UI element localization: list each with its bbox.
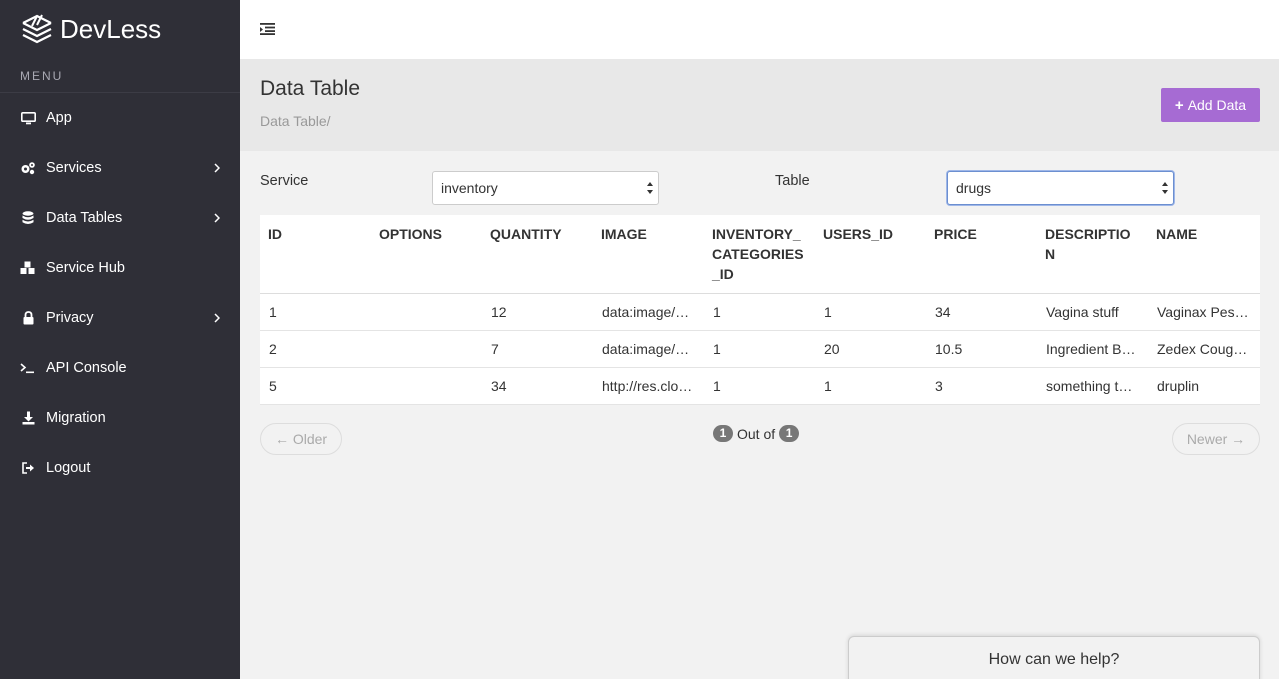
table-cell: 34 xyxy=(482,367,593,405)
sidebar-item-privacy[interactable]: Privacy xyxy=(0,293,240,343)
table-cell xyxy=(371,367,482,405)
sidebar-item-label: App xyxy=(46,110,72,126)
sidebar-item-label: Migration xyxy=(46,410,106,426)
table-cell: 20 xyxy=(815,330,926,368)
table-cell: 1 xyxy=(815,293,926,331)
pager-out-of-text: Out of xyxy=(737,425,776,442)
devless-logo-icon xyxy=(22,14,52,44)
select-arrows-icon xyxy=(1162,182,1168,194)
table-cell: 1 xyxy=(704,330,815,368)
sidebar-item-logout[interactable]: Logout xyxy=(0,443,240,493)
column-header[interactable]: IMAGE xyxy=(593,215,704,294)
cubes-icon xyxy=(20,260,36,276)
chevron-right-icon xyxy=(212,213,222,223)
table-cell: 1 xyxy=(260,293,371,331)
sidebar-toggle-icon[interactable] xyxy=(260,22,276,36)
column-header[interactable]: OPTIONS xyxy=(371,215,482,294)
table-cell xyxy=(371,293,482,331)
sidebar-item-label: Service Hub xyxy=(46,260,125,276)
menu-label: MENU xyxy=(0,58,240,93)
select-arrows-icon xyxy=(647,182,653,194)
column-header[interactable]: PRICE xyxy=(926,215,1037,294)
page-header: Data Table Data Table/ + Add Data xyxy=(240,59,1279,151)
sidebar-item-label: Privacy xyxy=(46,310,94,326)
sidebar-item-label: Services xyxy=(46,160,102,176)
table-cell: 5 xyxy=(260,367,371,405)
page-title: Data Table xyxy=(260,77,361,100)
sidebar-item-data-tables[interactable]: Data Tables xyxy=(0,193,240,243)
total-pages-badge: 1 xyxy=(779,425,800,442)
help-widget-label: How can we help? xyxy=(988,651,1120,668)
table-cell: http://res.clo… xyxy=(593,367,704,405)
table-cell: 10.5 xyxy=(926,330,1037,368)
table-cell: Ingredient Br… xyxy=(1037,330,1148,368)
sidebar-item-services[interactable]: Services xyxy=(0,143,240,193)
table-cell: data:image/p… xyxy=(593,293,704,331)
column-header[interactable]: NAME xyxy=(1148,215,1260,294)
table-select-value: drugs xyxy=(956,180,992,196)
table-cell: Vagina stuff xyxy=(1037,293,1148,331)
breadcrumb[interactable]: Data Table/ xyxy=(260,113,331,129)
brand-name: DevLess xyxy=(60,13,162,44)
table-select[interactable]: drugs xyxy=(947,171,1174,205)
data-table: ID OPTIONS QUANTITY IMAGE INVENTORY_CATE… xyxy=(260,215,1260,405)
service-label: Service xyxy=(260,173,309,189)
cogs-icon xyxy=(20,160,36,176)
database-icon xyxy=(20,210,36,226)
lock-icon xyxy=(20,310,36,326)
column-header[interactable]: QUANTITY xyxy=(482,215,593,294)
sidebar-item-label: API Console xyxy=(46,360,127,376)
column-header[interactable]: USERS_ID xyxy=(815,215,926,294)
table-cell: 34 xyxy=(926,293,1037,331)
table-cell: druplin xyxy=(1148,367,1260,405)
add-data-label: Add Data xyxy=(1187,97,1247,113)
service-select[interactable]: inventory xyxy=(432,171,659,205)
terminal-icon xyxy=(20,360,36,376)
sidebar-item-api-console[interactable]: API Console xyxy=(0,343,240,393)
table-cell: Vaginax Pes… xyxy=(1148,293,1260,331)
column-header[interactable]: ID xyxy=(260,215,371,294)
table-cell: Zedex Coug… xyxy=(1148,330,1260,368)
table-cell: 2 xyxy=(260,330,371,368)
table-cell: 1 xyxy=(815,367,926,405)
download-icon xyxy=(20,410,36,426)
service-select-value: inventory xyxy=(441,180,498,196)
current-page-badge: 1 xyxy=(713,425,733,442)
table-row[interactable]: 5 34 http://res.clo… 1 1 3 something to…… xyxy=(260,367,1260,405)
table-row[interactable]: 2 7 data:image/p… 1 20 10.5 Ingredient B… xyxy=(260,330,1260,368)
column-header[interactable]: INVENTORY_CATEGORIES_ID xyxy=(704,215,815,294)
pagination-info: 1 Out of 1 xyxy=(713,425,800,442)
brand[interactable]: DevLess xyxy=(0,0,240,58)
top-bar xyxy=(240,0,1279,59)
chevron-right-icon xyxy=(212,163,222,173)
older-button[interactable]: ← Older xyxy=(260,423,342,455)
sidebar-item-label: Data Tables xyxy=(46,210,123,226)
sign-out-icon xyxy=(20,460,36,476)
table-header-row: ID OPTIONS QUANTITY IMAGE INVENTORY_CATE… xyxy=(260,215,1260,294)
newer-button[interactable]: Newer → xyxy=(1172,423,1260,455)
table-row[interactable]: 1 12 data:image/p… 1 1 34 Vagina stuff V… xyxy=(260,293,1260,331)
add-data-button[interactable]: + Add Data xyxy=(1161,88,1260,122)
plus-icon: + xyxy=(1174,96,1184,114)
sidebar-item-service-hub[interactable]: Service Hub xyxy=(0,243,240,293)
table-cell: 1 xyxy=(704,293,815,331)
table-label: Table xyxy=(775,173,810,189)
chevron-right-icon xyxy=(212,313,222,323)
table-cell: 1 xyxy=(704,367,815,405)
sidebar-item-label: Logout xyxy=(46,460,91,476)
table-cell: data:image/p… xyxy=(593,330,704,368)
monitor-icon xyxy=(20,110,36,126)
sidebar-item-migration[interactable]: Migration xyxy=(0,393,240,443)
table-cell: 7 xyxy=(482,330,593,368)
table-cell: something to… xyxy=(1037,367,1148,405)
table-cell: 3 xyxy=(926,367,1037,405)
table-cell xyxy=(371,330,482,368)
sidebar: DevLess MENU App Services Data Tables Se… xyxy=(0,0,240,679)
help-widget[interactable]: How can we help? xyxy=(848,636,1260,679)
table-cell: 12 xyxy=(482,293,593,331)
column-header[interactable]: DESCRIPTION xyxy=(1037,215,1148,294)
sidebar-item-app[interactable]: App xyxy=(0,93,240,143)
